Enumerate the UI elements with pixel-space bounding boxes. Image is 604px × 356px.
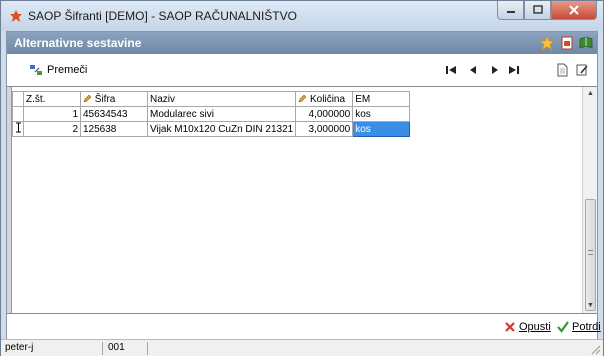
- pencil-icon: [83, 94, 92, 102]
- move-icon: [30, 65, 42, 75]
- action-bar: Opusti Potrdi: [7, 314, 601, 340]
- cell-em[interactable]: kos: [352, 106, 411, 122]
- column-header-naziv[interactable]: Naziv: [146, 91, 297, 107]
- cell-naziv[interactable]: Vijak M10x120 CuZn DIN 21321: [146, 121, 297, 137]
- book-icon[interactable]: [578, 35, 594, 51]
- checkmark-icon: [557, 321, 569, 333]
- last-record-icon[interactable]: [507, 63, 521, 77]
- dialog-body: Alternativne sestavine Premeči Z.št. Šif…: [6, 31, 601, 351]
- column-header-em[interactable]: EM: [352, 91, 411, 107]
- dialog-title: Alternativne sestavine: [14, 36, 142, 50]
- confirm-label: Potrdi: [572, 321, 601, 333]
- maximize-button[interactable]: [524, 1, 551, 20]
- table-row[interactable]: 2 125638 Vijak M10x120 CuZn DIN 21321 3,…: [12, 121, 411, 137]
- app-window: SAOP Šifranti [DEMO] - SAOP RAČUNALNIŠTV…: [0, 0, 604, 356]
- close-button[interactable]: [551, 1, 597, 20]
- window-title: SAOP Šifranti [DEMO] - SAOP RAČUNALNIŠTV…: [28, 9, 297, 23]
- app-logo-icon: [10, 10, 22, 22]
- cell-sifra[interactable]: 45634543: [80, 106, 148, 122]
- table-row[interactable]: 1 45634543 Modularec sivi 4,000000 kos: [12, 106, 411, 122]
- maximize-icon: [532, 5, 543, 14]
- minimize-icon: [506, 11, 515, 13]
- cancel-button[interactable]: Opusti: [504, 321, 551, 333]
- close-icon: [569, 5, 579, 15]
- cancel-x-icon: [505, 322, 515, 332]
- column-header-zst[interactable]: Z.št.: [23, 91, 81, 107]
- cell-kolicina[interactable]: 3,000000: [295, 121, 354, 137]
- text-cursor-icon: [15, 122, 21, 133]
- scrollbar-grip: [588, 250, 593, 255]
- cell-em-selected[interactable]: kos: [352, 121, 411, 137]
- new-document-icon[interactable]: [555, 63, 569, 77]
- row-indicator[interactable]: [12, 121, 24, 137]
- data-grid: Z.št. Šifra Naziv Količina EM 1 45634543…: [7, 86, 597, 314]
- pencil-icon: [298, 94, 307, 102]
- scrollbar-thumb[interactable]: [585, 199, 596, 311]
- previous-record-icon[interactable]: [466, 63, 480, 77]
- move-label: Premeči: [47, 64, 88, 76]
- cancel-label: Opusti: [519, 321, 551, 333]
- first-record-icon[interactable]: [444, 63, 458, 77]
- resize-grip-icon[interactable]: [589, 343, 601, 355]
- confirm-button[interactable]: Potrdi: [557, 321, 601, 333]
- scroll-up-icon[interactable]: ▲: [583, 87, 598, 101]
- column-header-sifra[interactable]: Šifra: [80, 91, 148, 107]
- toolbar: Premeči: [7, 54, 597, 86]
- alternatives-table: Z.št. Šifra Naziv Količina EM 1 45634543…: [12, 91, 411, 137]
- cell-zst[interactable]: 2: [23, 121, 81, 137]
- scroll-down-icon[interactable]: ▼: [583, 299, 598, 313]
- edit-document-icon[interactable]: [575, 63, 589, 77]
- document-icon[interactable]: [559, 35, 575, 51]
- status-user: peter-j: [5, 342, 103, 355]
- status-bar: peter-j 001: [1, 339, 603, 356]
- move-button[interactable]: Premeči: [29, 63, 87, 77]
- row-indicator[interactable]: [12, 106, 24, 122]
- row-header-corner: [12, 91, 24, 107]
- table-header-row: Z.št. Šifra Naziv Količina EM: [12, 91, 411, 107]
- status-code: 001: [108, 342, 148, 355]
- dialog-header: Alternativne sestavine: [7, 32, 597, 54]
- minimize-button[interactable]: [497, 1, 524, 20]
- cell-zst[interactable]: 1: [23, 106, 81, 122]
- cell-naziv[interactable]: Modularec sivi: [146, 106, 297, 122]
- title-bar[interactable]: SAOP Šifranti [DEMO] - SAOP RAČUNALNIŠTV…: [1, 1, 603, 31]
- column-header-kolicina[interactable]: Količina: [295, 91, 354, 107]
- window-controls: [497, 1, 597, 21]
- cell-kolicina[interactable]: 4,000000: [295, 106, 354, 122]
- vertical-scrollbar[interactable]: ▲ ▼: [582, 87, 597, 313]
- next-record-icon[interactable]: [488, 63, 502, 77]
- star-icon[interactable]: [539, 35, 555, 51]
- cell-sifra[interactable]: 125638: [80, 121, 148, 137]
